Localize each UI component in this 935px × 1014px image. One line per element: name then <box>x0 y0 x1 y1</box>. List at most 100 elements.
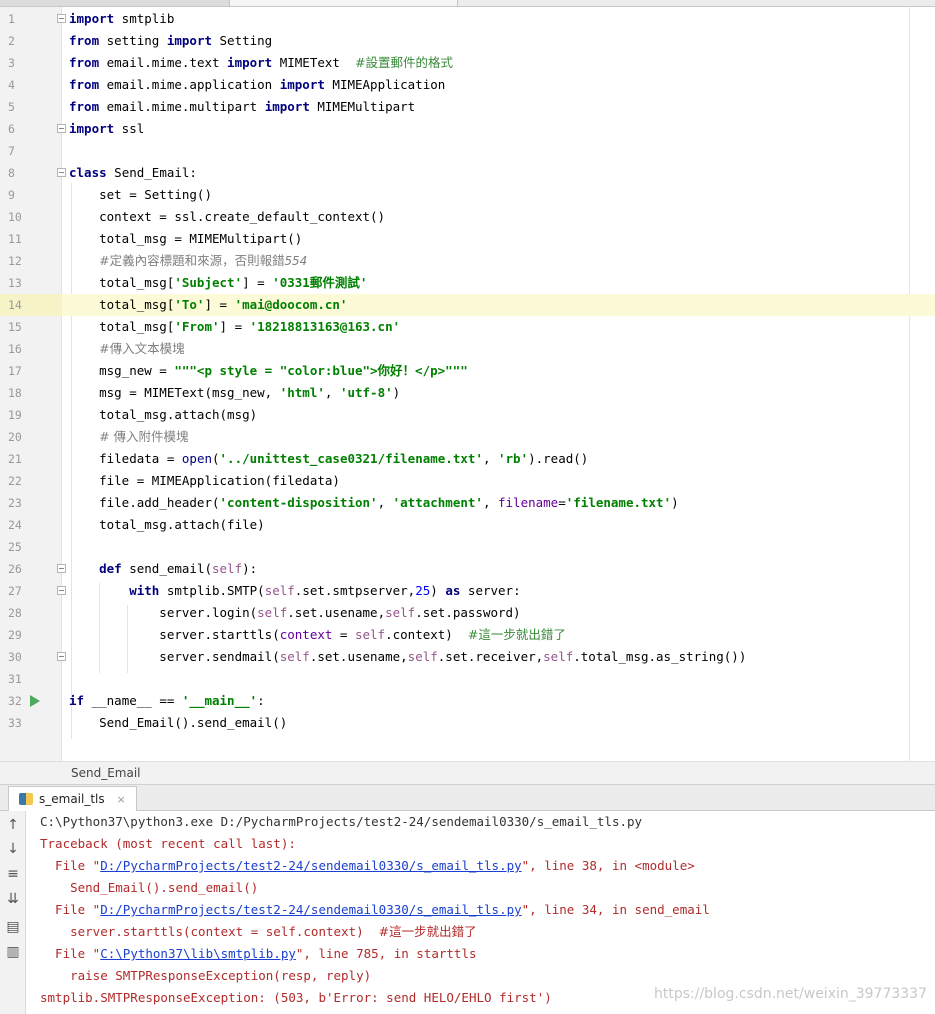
line-number: 32 <box>8 694 22 708</box>
line-number: 15 <box>8 320 22 334</box>
arrow-up-icon[interactable]: ↑ <box>5 817 21 833</box>
line-number: 22 <box>8 474 22 488</box>
code-line: 26 def send_email(self): <box>0 558 935 580</box>
line-number: 18 <box>8 386 22 400</box>
line-number: 9 <box>8 188 15 202</box>
line-number: 4 <box>8 78 15 92</box>
breadcrumb[interactable]: Send_Email <box>0 761 935 785</box>
code-line: 2 from setting import Setting <box>0 30 935 52</box>
code-line: 27 with smtplib.SMTP(self.set.smtpserver… <box>0 580 935 602</box>
console-line: File "D:/PycharmProjects/test2-24/sendem… <box>40 858 695 873</box>
line-number: 11 <box>8 232 22 246</box>
line-number: 26 <box>8 562 22 576</box>
console-line: C:\Python37\python3.exe D:/PycharmProjec… <box>40 814 643 829</box>
code-line: 1 import smtplib <box>0 8 935 30</box>
code-line: 28 server.login(self.set.usename,self.se… <box>0 602 935 624</box>
code-line: 21 filedata = open('../unittest_case0321… <box>0 448 935 470</box>
editor-tab[interactable] <box>0 0 230 6</box>
line-number: 8 <box>8 166 15 180</box>
code-line: 6 import ssl <box>0 118 935 140</box>
code-line: 15 total_msg['From'] = '18218813163@163.… <box>0 316 935 338</box>
code-line: 13 total_msg['Subject'] = '0331郵件測試' <box>0 272 935 294</box>
code-line: 12 #定義內容標題和來源，否則報錯554 <box>0 250 935 272</box>
tab-run-config[interactable]: s_email_tls × <box>8 786 137 811</box>
line-number: 24 <box>8 518 22 532</box>
code-line: 5 from email.mime.multipart import MIMEMu… <box>0 96 935 118</box>
code-line: 8 class Send_Email: <box>0 162 935 184</box>
arrow-down-icon[interactable]: ↓ <box>5 841 21 857</box>
console-line: Send_Email().send_email() <box>40 880 259 895</box>
line-number: 10 <box>8 210 22 224</box>
line-number: 17 <box>8 364 22 378</box>
code-line: 7 <box>0 140 935 162</box>
code-line: 16 #傳入文本模塊 <box>0 338 935 360</box>
soft-wrap-icon[interactable]: ≡ <box>5 866 21 882</box>
code-editor[interactable]: 1 import smtplib 2 from setting import Set… <box>0 7 935 761</box>
code-line: 33 Send_Email().send_email() <box>0 712 935 734</box>
editor-tab-active[interactable] <box>230 0 458 6</box>
run-console-output[interactable]: C:\Python37\python3.exe D:/PycharmProjec… <box>27 811 935 1014</box>
console-line: smtplib.SMTPResponseException: (503, b'E… <box>40 990 552 1005</box>
code-line: 17 msg_new = """<p style = "color:blue">… <box>0 360 935 382</box>
run-tool-window-tabs: s_email_tls × <box>0 785 935 811</box>
scroll-to-end-icon[interactable]: ⇊ <box>5 891 21 907</box>
code-line: 29 server.starttls(context = self.contex… <box>0 624 935 646</box>
line-number: 30 <box>8 650 22 664</box>
console-line: server.starttls(context = self.context) … <box>40 924 477 939</box>
line-number: 3 <box>8 56 15 70</box>
fold-toggle-icon[interactable] <box>57 564 66 573</box>
file-link[interactable]: D:/PycharmProjects/test2-24/sendemail033… <box>100 902 521 917</box>
line-number: 1 <box>8 12 15 26</box>
line-number: 2 <box>8 34 15 48</box>
print-icon[interactable]: ▤ <box>5 919 21 935</box>
fold-toggle-icon[interactable] <box>57 168 66 177</box>
trash-icon[interactable]: ▥ <box>5 944 21 960</box>
run-tab-label: s_email_tls <box>39 792 105 806</box>
code-line: 3 from email.mime.text import MIMEText #設… <box>0 52 935 74</box>
console-line: File "D:/PycharmProjects/test2-24/sendem… <box>40 902 710 917</box>
line-number: 27 <box>8 584 22 598</box>
editor-tab-strip <box>0 0 935 7</box>
line-number: 7 <box>8 144 15 158</box>
code-line: 30 server.sendmail(self.set.usename,self… <box>0 646 935 668</box>
close-icon[interactable]: × <box>116 793 125 806</box>
line-number: 14 <box>8 298 22 312</box>
line-number: 13 <box>8 276 22 290</box>
file-link[interactable]: D:/PycharmProjects/test2-24/sendemail033… <box>100 858 521 873</box>
code-line: 25 <box>0 536 935 558</box>
code-line: 4 from email.mime.application import MIME… <box>0 74 935 96</box>
line-number: 33 <box>8 716 22 730</box>
line-number: 29 <box>8 628 22 642</box>
code-line: 24 total_msg.attach(file) <box>0 514 935 536</box>
line-number: 12 <box>8 254 22 268</box>
console-line: File "C:\Python37\lib\smtplib.py", line … <box>40 946 477 961</box>
code-line: 9 set = Setting() <box>0 184 935 206</box>
run-toolbar: ↑ ↓ ≡ ⇊ ▤ ▥ <box>0 811 26 1014</box>
code-line: 10 context = ssl.create_default_context(… <box>0 206 935 228</box>
line-number: 31 <box>8 672 22 686</box>
fold-toggle-icon[interactable] <box>57 652 66 661</box>
line-number: 6 <box>8 122 15 136</box>
line-number: 28 <box>8 606 22 620</box>
console-line: Traceback (most recent call last): <box>40 836 296 851</box>
line-number: 21 <box>8 452 22 466</box>
code-line: 18 msg = MIMEText(msg_new, 'html', 'utf-… <box>0 382 935 404</box>
fold-toggle-icon[interactable] <box>57 586 66 595</box>
line-number: 20 <box>8 430 22 444</box>
code-line-current: 14 total_msg['To'] = 'mai@doocom.cn' <box>0 294 935 316</box>
line-number: 16 <box>8 342 22 356</box>
file-link[interactable]: C:\Python37\lib\smtplib.py <box>100 946 296 961</box>
code-line: 20 # 傳入附件模塊 <box>0 426 935 448</box>
fold-toggle-icon[interactable] <box>57 124 66 133</box>
line-number: 5 <box>8 100 15 114</box>
python-icon <box>19 793 33 805</box>
watermark: https://blog.csdn.net/weixin_39773337 <box>653 986 927 1002</box>
code-line: 32 if __name__ == '__main__': <box>0 690 935 712</box>
console-line: raise SMTPResponseException(resp, reply) <box>40 968 372 983</box>
code-line: 31 <box>0 668 935 690</box>
fold-toggle-icon[interactable] <box>57 14 66 23</box>
code-line: 23 file.add_header('content-disposition'… <box>0 492 935 514</box>
line-number: 25 <box>8 540 22 554</box>
run-icon[interactable] <box>30 695 40 707</box>
code-line: 22 file = MIMEApplication(filedata) <box>0 470 935 492</box>
